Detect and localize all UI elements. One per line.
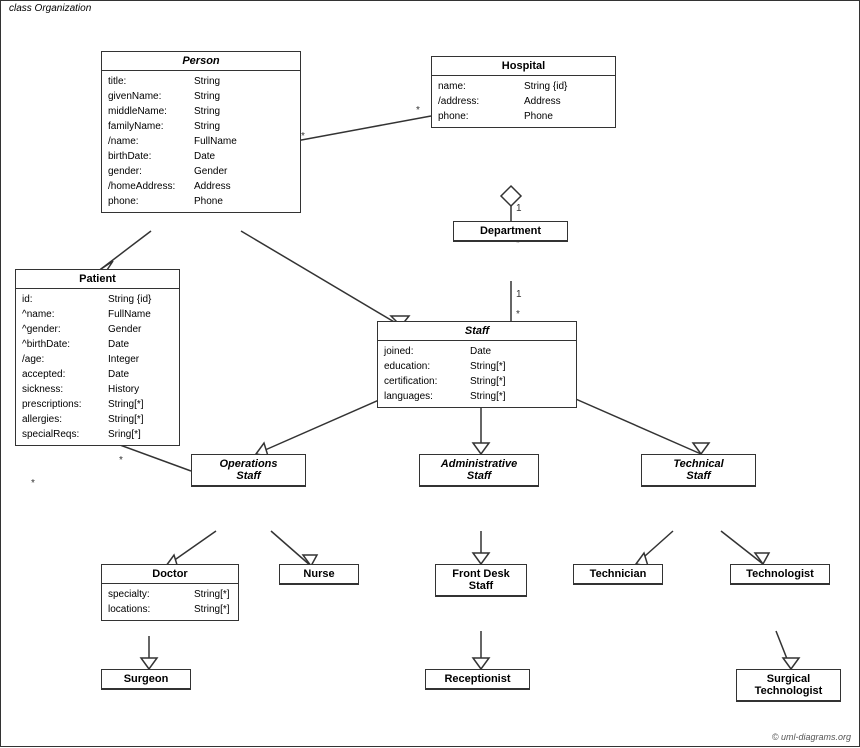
svg-text:*: *	[301, 131, 305, 142]
doctor-body: specialty:String[*] locations:String[*]	[102, 584, 238, 620]
doctor-title: Doctor	[102, 565, 238, 584]
copyright: © uml-diagrams.org	[772, 732, 851, 742]
diagram-title: class Organization	[5, 3, 95, 14]
svg-text:*: *	[31, 478, 35, 489]
department-class: Department	[453, 221, 568, 242]
hospital-class: Hospital name:String {id} /address:Addre…	[431, 56, 616, 128]
svg-text:*: *	[416, 105, 420, 116]
staff-title: Staff	[378, 322, 576, 341]
staff-class: Staff joined:Date education:String[*] ce…	[377, 321, 577, 408]
surgical-technologist-class: Surgical Technologist	[736, 669, 841, 702]
svg-text:1: 1	[516, 203, 522, 214]
person-body: title:String givenName:String middleName…	[102, 71, 300, 212]
surgical-technologist-title: Surgical Technologist	[737, 670, 840, 701]
surgeon-title: Surgeon	[102, 670, 190, 689]
surgeon-class: Surgeon	[101, 669, 191, 690]
front-desk-staff-title: Front Desk Staff	[436, 565, 526, 596]
hospital-title: Hospital	[432, 57, 615, 76]
hospital-body: name:String {id} /address:Address phone:…	[432, 76, 615, 127]
person-class: Person title:String givenName:String mid…	[101, 51, 301, 213]
administrative-staff-class: Administrative Staff	[419, 454, 539, 487]
staff-body: joined:Date education:String[*] certific…	[378, 341, 576, 407]
technical-staff-class: Technical Staff	[641, 454, 756, 487]
department-title: Department	[454, 222, 567, 241]
svg-text:*: *	[516, 309, 520, 320]
nurse-class: Nurse	[279, 564, 359, 585]
doctor-class: Doctor specialty:String[*] locations:Str…	[101, 564, 239, 621]
administrative-staff-title: Administrative Staff	[420, 455, 538, 486]
patient-title: Patient	[16, 270, 179, 289]
svg-text:1: 1	[516, 289, 522, 300]
patient-class: Patient id:String {id} ^name:FullName ^g…	[15, 269, 180, 446]
operations-staff-class: Operations Staff	[191, 454, 306, 487]
diagram-container: class Organization 1 * 1 * * *	[0, 0, 860, 747]
technician-title: Technician	[574, 565, 662, 584]
technician-class: Technician	[573, 564, 663, 585]
technologist-title: Technologist	[731, 565, 829, 584]
front-desk-staff-class: Front Desk Staff	[435, 564, 527, 597]
person-title: Person	[102, 52, 300, 71]
svg-text:*: *	[119, 455, 123, 466]
operations-staff-title: Operations Staff	[192, 455, 305, 486]
patient-body: id:String {id} ^name:FullName ^gender:Ge…	[16, 289, 179, 445]
technical-staff-title: Technical Staff	[642, 455, 755, 486]
technologist-class: Technologist	[730, 564, 830, 585]
receptionist-class: Receptionist	[425, 669, 530, 690]
receptionist-title: Receptionist	[426, 670, 529, 689]
nurse-title: Nurse	[280, 565, 358, 584]
